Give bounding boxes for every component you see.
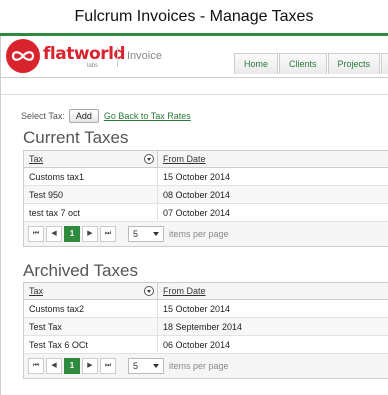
- current-taxes-title: Current Taxes: [23, 128, 129, 147]
- sort-from-date-link[interactable]: From Date: [163, 286, 206, 296]
- main-content: Select Tax: Add Go Back to Tax Rates Cur…: [1, 77, 388, 395]
- next-page-icon[interactable]: ▶: [82, 358, 98, 374]
- previous-page-icon[interactable]: ◀: [46, 226, 62, 242]
- sort-tax-link[interactable]: Tax: [29, 154, 43, 164]
- filter-icon[interactable]: [144, 154, 154, 164]
- next-page-icon[interactable]: ▶: [82, 226, 98, 242]
- chevron-down-icon: [153, 232, 159, 236]
- column-header-from-date: From Date: [158, 151, 388, 167]
- tab-home[interactable]: Home: [234, 53, 279, 74]
- app-header: flatworld labs Invoice Home Clients Proj…: [1, 36, 388, 77]
- tax-cell: Test 950: [24, 186, 158, 203]
- select-tax-label: Select Tax:: [21, 111, 65, 121]
- flatworld-logo-icon: [6, 39, 40, 73]
- column-header-tax: Tax: [24, 283, 158, 299]
- tax-cell: test tax 7 oct: [24, 204, 158, 221]
- product-name: Invoice: [127, 50, 162, 62]
- table-row[interactable]: Customs tax2 15 October 2014: [24, 300, 388, 318]
- grid-header: Tax From Date: [24, 283, 388, 300]
- from-date-cell: 08 October 2014: [163, 190, 231, 200]
- sort-from-date-link[interactable]: From Date: [163, 154, 206, 164]
- items-per-page-label: items per page: [169, 229, 229, 239]
- select-tax-row: Select Tax: Add Go Back to Tax Rates: [21, 108, 191, 124]
- header-divider: [117, 47, 118, 67]
- table-row[interactable]: Test 950 08 October 2014: [24, 186, 388, 204]
- filter-icon[interactable]: [144, 286, 154, 296]
- page-number-button[interactable]: 1: [64, 226, 80, 242]
- app-window: flatworld labs Invoice Home Clients Proj…: [0, 36, 388, 395]
- last-page-icon[interactable]: ⏭: [100, 358, 116, 374]
- brand-name: flatworld: [43, 44, 126, 64]
- first-page-icon[interactable]: ⏮: [28, 358, 44, 374]
- page-size-value: 5: [133, 229, 139, 239]
- previous-page-icon[interactable]: ◀: [46, 358, 62, 374]
- page-size-select[interactable]: 5: [128, 358, 164, 374]
- tax-cell: Test Tax: [24, 318, 158, 335]
- last-page-icon[interactable]: ⏭: [100, 226, 116, 242]
- grid-header: Tax From Date: [24, 151, 388, 168]
- brand-sub: labs: [87, 63, 99, 69]
- archived-taxes-title: Archived Taxes: [23, 261, 138, 280]
- table-row[interactable]: Test Tax 6 OCt 06 October 2014: [24, 336, 388, 354]
- from-date-cell: 15 October 2014: [163, 172, 231, 182]
- tax-cell: Test Tax 6 OCt: [24, 336, 158, 353]
- page-number-button[interactable]: 1: [64, 358, 80, 374]
- chevron-down-icon: [153, 364, 159, 368]
- page-size-value: 5: [133, 361, 139, 371]
- from-date-cell: 06 October 2014: [163, 340, 231, 350]
- table-row[interactable]: test tax 7 oct 07 October 2014: [24, 204, 388, 222]
- tab-projects[interactable]: Projects: [327, 53, 381, 74]
- back-to-tax-rates-link[interactable]: Go Back to Tax Rates: [104, 111, 191, 121]
- current-taxes-grid: Tax From Date Customs tax1 15 October 20…: [23, 150, 388, 247]
- from-date-cell: 15 October 2014: [163, 304, 231, 314]
- column-header-from-date: From Date: [158, 283, 388, 299]
- tab-invoices[interactable]: In: [381, 53, 388, 74]
- items-per-page-label: items per page: [169, 361, 229, 371]
- tax-cell: Customs tax1: [24, 168, 158, 185]
- page-size-select[interactable]: 5: [128, 226, 164, 242]
- first-page-icon[interactable]: ⏮: [28, 226, 44, 242]
- from-date-cell: 07 October 2014: [163, 208, 231, 218]
- grid-pager: ⏮ ◀ 1 ▶ ⏭ 5 items per page: [24, 354, 388, 378]
- from-date-cell: 18 September 2014: [163, 322, 243, 332]
- tax-cell: Customs tax2: [24, 300, 158, 317]
- column-header-tax: Tax: [24, 151, 158, 167]
- main-nav: Home Clients Projects In: [234, 53, 388, 74]
- window-title: Fulcrum Invoices - Manage Taxes: [0, 0, 388, 33]
- tab-clients[interactable]: Clients: [279, 53, 327, 74]
- table-row[interactable]: Test Tax 18 September 2014: [24, 318, 388, 336]
- table-row[interactable]: Customs tax1 15 October 2014: [24, 168, 388, 186]
- add-button[interactable]: Add: [68, 109, 99, 123]
- grid-pager: ⏮ ◀ 1 ▶ ⏭ 5 items per page: [24, 222, 388, 246]
- sort-tax-link[interactable]: Tax: [29, 286, 43, 296]
- archived-taxes-grid: Tax From Date Customs tax2 15 October 20…: [23, 282, 388, 379]
